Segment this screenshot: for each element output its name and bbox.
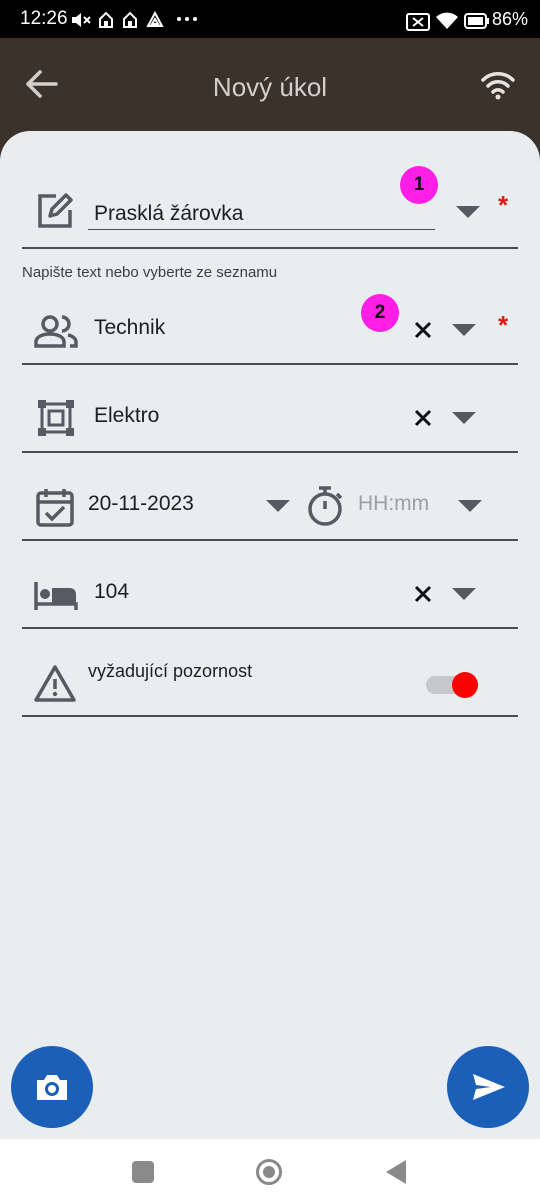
battery-level: 86%	[492, 9, 529, 29]
form-card	[0, 131, 540, 1139]
bed-icon	[34, 582, 78, 610]
role-underline	[22, 363, 518, 365]
attention-toggle[interactable]	[452, 672, 478, 698]
system-nav-bar	[0, 1139, 540, 1204]
wifi-status-icon	[436, 12, 458, 29]
send-icon	[473, 1074, 505, 1100]
task-name-required: *	[498, 190, 509, 220]
category-clear-icon[interactable]	[414, 409, 432, 427]
badge-1: 1	[400, 166, 438, 204]
warning-icon	[34, 665, 76, 702]
task-name-underline	[22, 247, 518, 249]
wifi-icon[interactable]	[480, 70, 516, 100]
battery-icon	[464, 13, 489, 29]
room-underline	[22, 627, 518, 629]
category-underline	[22, 451, 518, 453]
status-time: 12:26	[20, 8, 68, 29]
date-dropdown-icon[interactable]	[266, 500, 290, 512]
mute-icon	[72, 13, 91, 27]
sim-off-icon	[406, 13, 430, 31]
task-name-input-line	[88, 229, 435, 230]
time-input[interactable]: HH:mm	[358, 492, 429, 516]
room-clear-icon[interactable]	[414, 585, 432, 603]
home-app-icon-2	[123, 11, 137, 28]
status-bar: 12:26 86%	[0, 0, 540, 38]
timer-icon	[308, 486, 343, 526]
drive-icon	[146, 11, 164, 27]
task-name-dropdown-icon[interactable]	[456, 206, 480, 218]
task-name-input[interactable]: Prasklá žárovka	[94, 202, 243, 226]
app-bar: Nový úkol	[0, 38, 540, 138]
recent-apps-button[interactable]	[132, 1161, 154, 1183]
camera-icon	[37, 1075, 67, 1100]
role-required: *	[498, 310, 509, 340]
date-input[interactable]: 20-11-2023	[88, 492, 194, 516]
role-clear-icon[interactable]	[414, 321, 432, 339]
back-button[interactable]	[386, 1160, 406, 1184]
room-dropdown-icon[interactable]	[452, 588, 476, 600]
role-select[interactable]: Technik	[94, 316, 165, 340]
category-icon	[38, 400, 74, 436]
role-dropdown-icon[interactable]	[452, 324, 476, 336]
camera-button[interactable]	[11, 1046, 93, 1128]
time-dropdown-icon[interactable]	[458, 500, 482, 512]
task-name-helper: Napište text nebo vyberte ze seznamu	[22, 264, 278, 281]
edit-note-icon	[38, 193, 73, 228]
attention-label: vyžadující pozornost	[88, 661, 253, 681]
people-icon	[34, 315, 78, 348]
category-select[interactable]: Elektro	[94, 404, 159, 428]
badge-2: 2	[361, 294, 399, 332]
calendar-icon	[36, 489, 74, 527]
home-app-icon	[99, 11, 113, 28]
date-time-underline	[22, 539, 518, 541]
home-dot	[263, 1166, 275, 1178]
home-button[interactable]	[256, 1159, 282, 1185]
attention-underline	[22, 715, 518, 717]
send-button[interactable]	[447, 1046, 529, 1128]
more-notifications-icon	[177, 17, 197, 21]
page-title: Nový úkol	[212, 72, 328, 102]
room-select[interactable]: 104	[94, 580, 129, 604]
category-dropdown-icon[interactable]	[452, 412, 476, 424]
